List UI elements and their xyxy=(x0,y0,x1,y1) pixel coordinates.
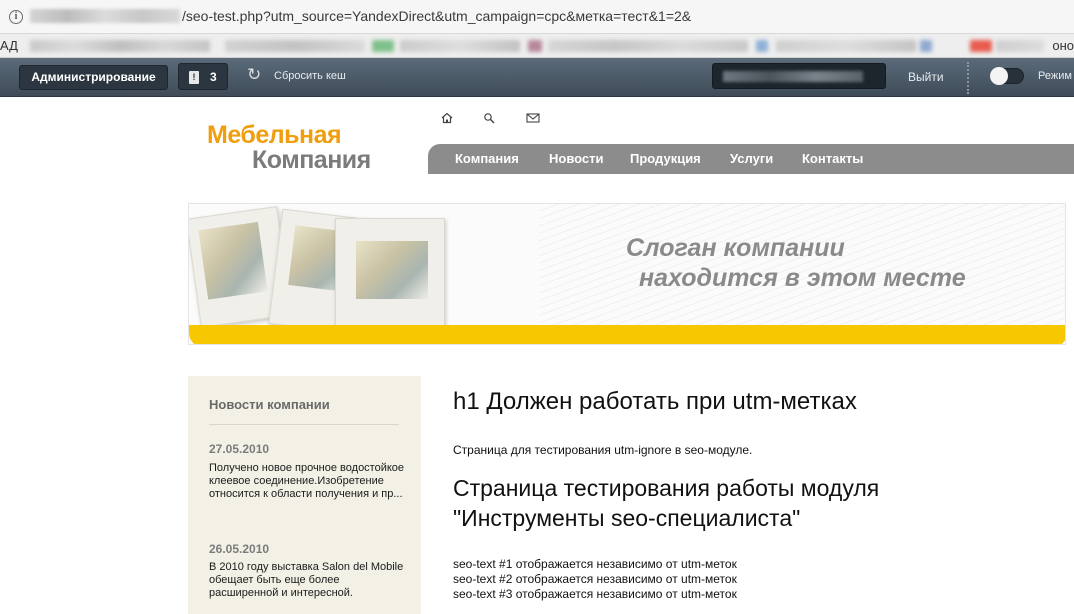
news-sidebar: Новости компании 27.05.2010 Получено нов… xyxy=(188,376,421,614)
nav-products[interactable]: Продукция xyxy=(630,151,701,166)
administration-button[interactable]: Администрирование xyxy=(19,65,168,90)
blurred-bookmarks xyxy=(225,40,365,52)
admin-panel: Администрирование ! 3 ↻ Сбросить кеш Вый… xyxy=(0,58,1074,97)
blurred-bookmarks xyxy=(996,40,1044,52)
browser-address-bar[interactable]: i /seo-test.php?utm_source=YandexDirect&… xyxy=(0,0,1074,34)
page-heading: h1 Должен работать при utm-метках xyxy=(453,388,857,415)
search-icon[interactable] xyxy=(481,112,497,128)
logo-line-2[interactable]: Компания xyxy=(252,146,371,175)
news-item-text[interactable]: Получено новое прочное водостойкое клеев… xyxy=(209,462,405,501)
divider xyxy=(967,62,969,94)
bookmark-left-label[interactable]: АД xyxy=(0,38,18,53)
notifications-button[interactable]: ! 3 xyxy=(178,63,228,90)
refresh-icon[interactable]: ↻ xyxy=(247,66,265,84)
blurred-bookmarks xyxy=(548,40,748,52)
blurred-bookmark xyxy=(970,40,992,52)
header-banner: Слоган компании находится в этом месте xyxy=(188,203,1066,345)
slogan-line-1: Слоган компании xyxy=(626,234,845,262)
blurred-bookmark xyxy=(920,40,932,52)
intro-text: Страница для тестирования utm-ignore в s… xyxy=(453,443,753,457)
blurred-host xyxy=(30,9,180,23)
news-item-text[interactable]: В 2010 году выставка Salon del Mobile об… xyxy=(209,561,405,600)
main-navigation: Компания Новости Продукция Услуги Контак… xyxy=(428,144,1074,174)
sidebar-divider xyxy=(209,424,399,425)
seo-text-line: seo-text #3 отображается независимо от u… xyxy=(453,587,737,601)
logout-link[interactable]: Выйти xyxy=(908,70,944,84)
bookmark-right-label[interactable]: оно xyxy=(1052,38,1074,53)
section-heading-line-2: "Инструменты seo-специалиста" xyxy=(453,505,801,531)
section-heading-line-1: Страница тестирования работы модуля xyxy=(453,475,880,501)
blurred-bookmarks xyxy=(776,40,916,52)
nav-services[interactable]: Услуги xyxy=(730,151,773,166)
banner-photo xyxy=(335,218,445,334)
home-icon[interactable] xyxy=(439,112,455,128)
url-text[interactable]: /seo-test.php?utm_source=YandexDirect&ut… xyxy=(182,8,691,24)
section-heading: Страница тестирования работы модуля "Инс… xyxy=(453,473,879,533)
news-date: 27.05.2010 xyxy=(209,442,270,456)
bookmarks-bar: АД оно xyxy=(0,34,1074,58)
sidebar-title: Новости компании xyxy=(209,397,330,412)
blurred-bookmarks xyxy=(400,40,520,52)
mail-icon[interactable] xyxy=(525,112,541,128)
slogan-line-2: находится в этом месте xyxy=(639,264,966,292)
toggle-knob xyxy=(990,67,1008,85)
nav-contacts[interactable]: Контакты xyxy=(802,151,863,166)
mode-label: Режим xyxy=(1038,70,1072,82)
nav-company[interactable]: Компания xyxy=(455,151,519,166)
seo-text-line: seo-text #2 отображается независимо от u… xyxy=(453,572,737,586)
info-icon[interactable]: i xyxy=(9,10,23,24)
blurred-bookmark xyxy=(528,40,542,52)
blurred-bookmark xyxy=(756,40,768,52)
mode-toggle[interactable] xyxy=(990,67,1024,85)
blurred-user-name xyxy=(723,71,863,82)
nav-news[interactable]: Новости xyxy=(549,151,604,166)
admin-user-field[interactable] xyxy=(712,63,886,89)
banner-yellow-strip xyxy=(189,325,1065,344)
notifications-count: 3 xyxy=(210,70,217,84)
news-date: 26.05.2010 xyxy=(209,542,270,556)
blurred-bookmark xyxy=(372,40,394,52)
seo-text-line: seo-text #1 отображается независимо от u… xyxy=(453,557,737,571)
blurred-bookmarks xyxy=(30,40,210,52)
notification-icon: ! xyxy=(189,71,199,84)
reset-cache-link[interactable]: Сбросить кеш xyxy=(274,70,346,82)
